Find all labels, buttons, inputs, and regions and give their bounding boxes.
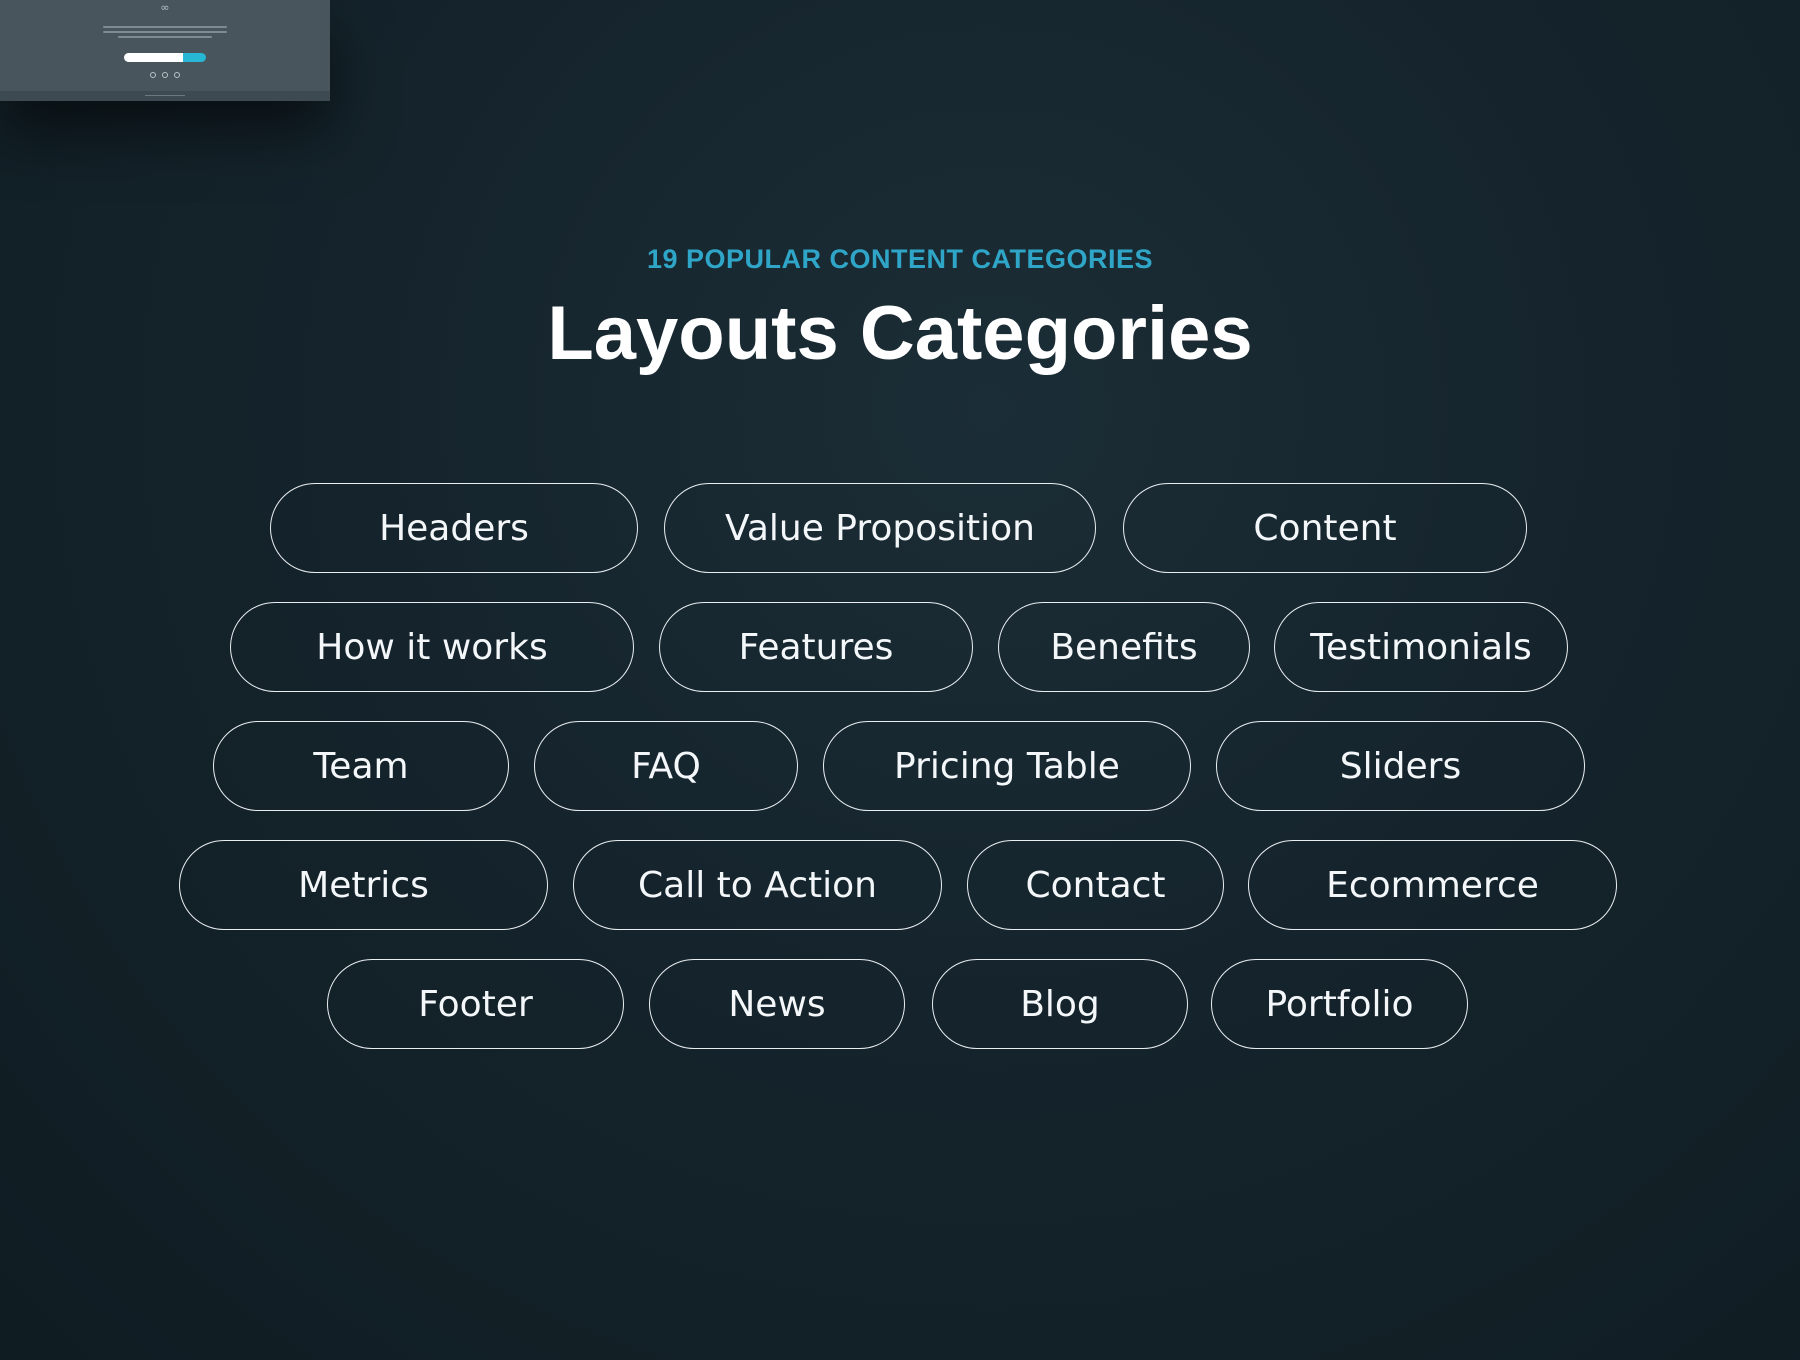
category-pill-footer[interactable]: Footer <box>327 959 624 1049</box>
section-title: Layouts Categories <box>547 291 1253 376</box>
preview-footer <box>0 91 330 101</box>
category-pill-call-to-action[interactable]: Call to Action <box>573 840 942 930</box>
category-pill-metrics[interactable]: Metrics <box>179 840 548 930</box>
infinity-logo-icon: ∞ <box>160 1 170 14</box>
preview-subscribe-button <box>183 53 206 62</box>
preview-text-line <box>103 31 227 33</box>
social-icon <box>150 72 156 78</box>
template-preview-thumbnail[interactable]: ∞ <box>0 0 330 101</box>
social-icon <box>174 72 180 78</box>
category-pill-team[interactable]: Team <box>213 721 509 811</box>
section-eyebrow: 19 POPULAR CONTENT CATEGORIES <box>646 244 1154 274</box>
category-pill-pricing-table[interactable]: Pricing Table <box>823 721 1191 811</box>
preview-social-icons <box>150 72 180 78</box>
category-pill-how-it-works[interactable]: How it works <box>230 602 634 692</box>
preview-footer-text <box>145 95 185 96</box>
category-pill-ecommerce[interactable]: Ecommerce <box>1248 840 1617 930</box>
category-pill-value-proposition[interactable]: Value Proposition <box>664 483 1096 573</box>
preview-text-line <box>103 26 227 28</box>
category-pill-testimonials[interactable]: Testimonials <box>1274 602 1568 692</box>
category-pill-faq[interactable]: FAQ <box>534 721 798 811</box>
category-pill-blog[interactable]: Blog <box>932 959 1188 1049</box>
category-pill-contact[interactable]: Contact <box>967 840 1224 930</box>
category-pill-features[interactable]: Features <box>659 602 973 692</box>
category-pill-sliders[interactable]: Sliders <box>1216 721 1585 811</box>
category-pill-portfolio[interactable]: Portfolio <box>1211 959 1468 1049</box>
preview-text-line <box>118 36 212 38</box>
category-pill-content[interactable]: Content <box>1123 483 1527 573</box>
preview-email-input <box>124 53 184 62</box>
social-icon <box>162 72 168 78</box>
category-pill-benefits[interactable]: Benefits <box>998 602 1250 692</box>
category-pill-headers[interactable]: Headers <box>270 483 638 573</box>
category-pill-news[interactable]: News <box>649 959 905 1049</box>
